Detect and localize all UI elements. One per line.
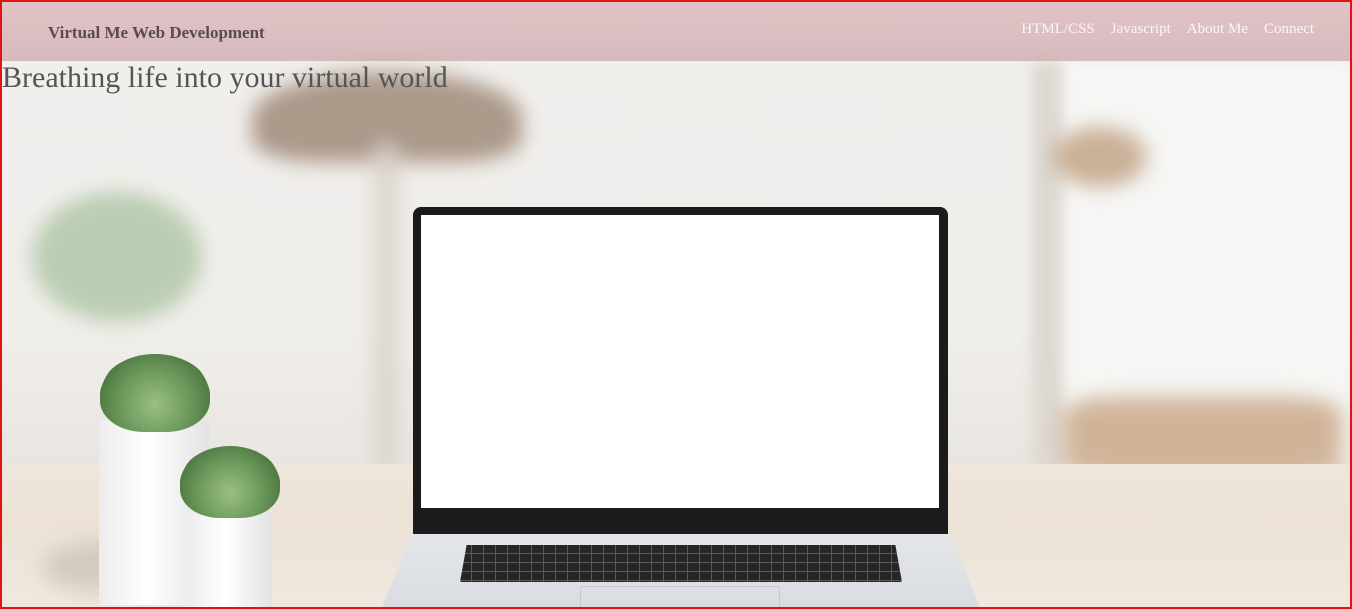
background-shelf-item [1052, 127, 1147, 187]
laptop-keyboard [460, 545, 902, 582]
nav-link-connect[interactable]: Connect [1264, 21, 1314, 38]
background-plant [32, 192, 202, 322]
succulent-plant-icon [100, 354, 210, 432]
nav-links: HTML/CSS Javascript About Me Connect [1021, 21, 1314, 38]
page-frame: Virtual Me Web Development HTML/CSS Java… [0, 0, 1352, 609]
nav-link-javascript[interactable]: Javascript [1111, 21, 1171, 38]
small-succulent-plant-icon [180, 446, 280, 518]
laptop-display [421, 215, 939, 508]
short-plant-pot [186, 512, 272, 607]
navbar: Virtual Me Web Development HTML/CSS Java… [2, 2, 1350, 61]
nav-link-about-me[interactable]: About Me [1187, 21, 1248, 38]
laptop-trackpad [580, 586, 780, 607]
background-window-frame [1032, 62, 1062, 472]
hero-tagline: Breathing life into your virtual world [2, 61, 448, 94]
background-lamp-pole [374, 142, 398, 472]
laptop-screen [413, 207, 948, 537]
nav-link-html-css[interactable]: HTML/CSS [1021, 21, 1094, 38]
brand-title[interactable]: Virtual Me Web Development [48, 23, 265, 43]
